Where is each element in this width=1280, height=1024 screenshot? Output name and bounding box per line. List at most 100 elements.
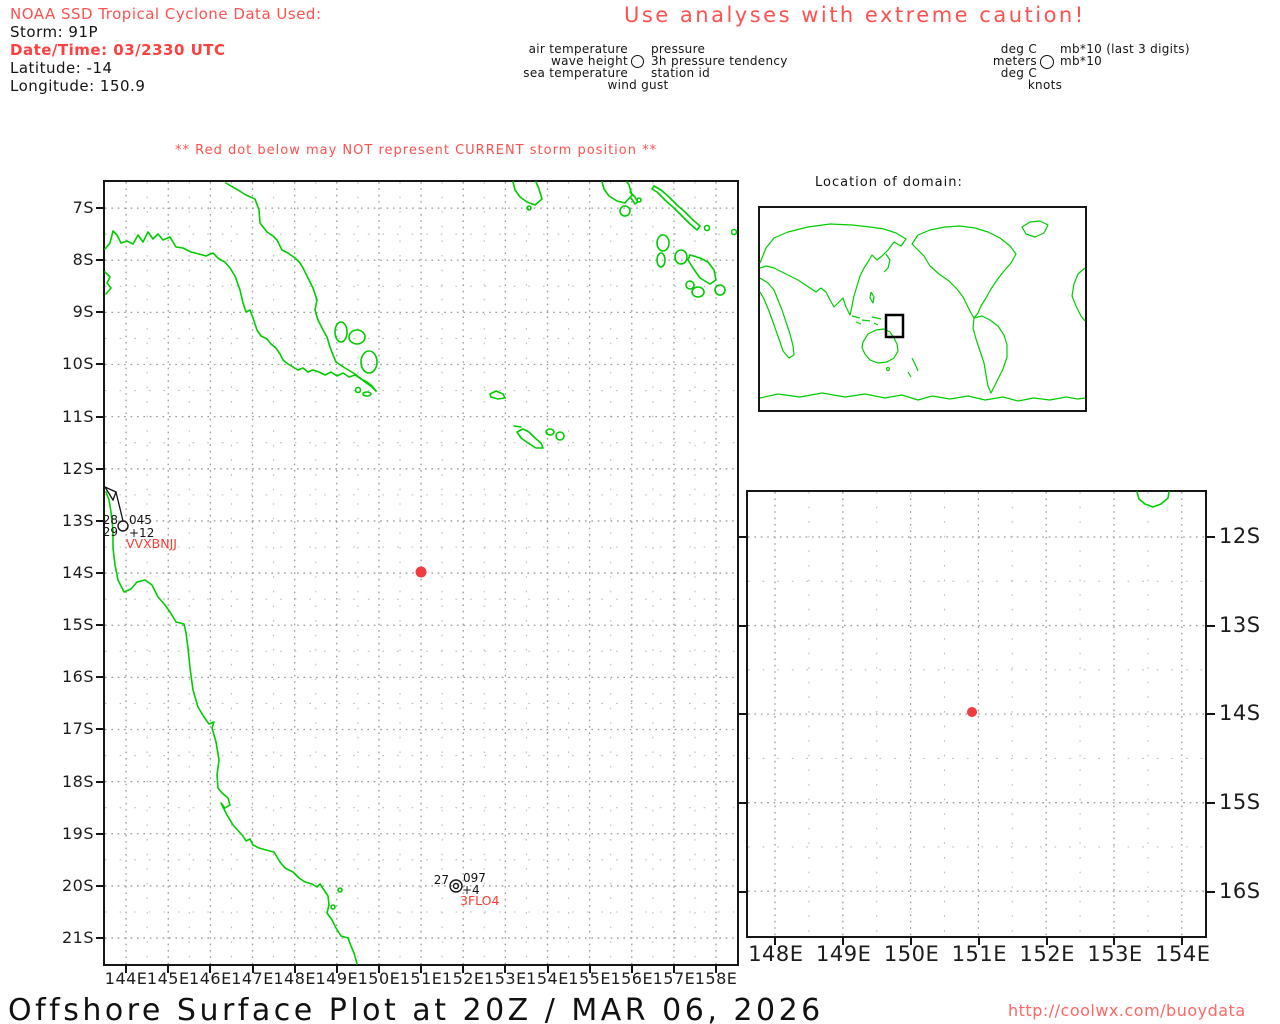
coastline-new-guinea (871, 316, 882, 320)
zoom-map-lon-label: 148E (748, 942, 804, 966)
axis-tick (96, 259, 105, 262)
main-map-lat-label: 18S (61, 771, 94, 791)
axis-tick (737, 624, 747, 627)
zoom-map-lon-label: 153E (1087, 942, 1143, 966)
islet (703, 224, 711, 232)
zoom-map (746, 490, 1207, 938)
axis-tick (96, 363, 105, 366)
zoom-map-lat-label: 13S (1219, 612, 1261, 637)
station-sea-temp: 29 (103, 525, 118, 539)
storm-id: Storm: 91P (10, 23, 99, 41)
coastline-antarctica (759, 392, 1086, 402)
island-solomon (685, 280, 695, 290)
axis-tick (96, 936, 105, 939)
island-tagula (1136, 491, 1170, 508)
coastline-indonesia (873, 322, 879, 326)
island-dentrecasteaux (360, 350, 378, 374)
coastline-australia (861, 328, 899, 364)
zoom-map-lon-label: 150E (883, 942, 940, 966)
islet (362, 391, 372, 397)
coastline-tasmania (885, 366, 891, 372)
main-map-lat-label: 17S (61, 719, 94, 739)
main-map-lat-label: 10S (61, 354, 94, 374)
islet (636, 197, 642, 203)
storm-longitude: Longitude: 150.9 (10, 77, 146, 95)
zoom-map-lat-label: 16S (1219, 878, 1261, 903)
coastline-eurasia (759, 223, 907, 316)
islet (513, 425, 522, 428)
axis-tick (96, 311, 105, 314)
coastline-indonesia (851, 315, 861, 319)
island-tagula (516, 428, 544, 449)
zoom-map-lat-label: 12S (1219, 524, 1261, 549)
caution-banner: Use analyses with extreme caution! (624, 3, 1086, 27)
axis-tick (1205, 890, 1215, 893)
main-map-lat-label: 12S (61, 458, 94, 478)
zoom-map-lat-label: 14S (1219, 701, 1261, 726)
coastline-south-america (972, 315, 1008, 394)
storm-position-warning: ** Red dot below may NOT represent CURRE… (175, 143, 658, 158)
legend-unit-knots: knots (1027, 78, 1063, 92)
island-palm (330, 904, 336, 910)
main-map-lat-label: 21S (61, 927, 94, 947)
coastline-africa-west (759, 277, 795, 359)
island-louisiade (489, 390, 506, 400)
main-map: 28 29 045 +12 VVXBNJJ 27 097 +4 3FLO4 (103, 180, 739, 966)
axis-tick (96, 780, 105, 783)
zoom-map-lon-label: 149E (816, 942, 872, 966)
coastline-philippines (869, 291, 875, 304)
island-dentrecasteaux (334, 321, 348, 343)
coastline-new-zealand (907, 371, 912, 378)
station-obs-3flo4: 27 097 +4 3FLO4 (434, 871, 500, 908)
main-map-lat-label: 19S (61, 823, 94, 843)
axis-tick (96, 728, 105, 731)
zoom-map-lon-label: 154E (1155, 942, 1211, 966)
noaa-data-line: NOAA SSD Tropical Cyclone Data Used: (10, 5, 322, 23)
station-id-label: 3FLO4 (460, 893, 500, 908)
coastline-greenland (1021, 220, 1049, 238)
coastline-png-south (104, 230, 377, 392)
main-map-lat-label: 20S (61, 875, 94, 895)
buoydata-link[interactable]: http://coolwx.com/buoydata (1008, 1001, 1246, 1020)
island-new-britain (512, 181, 543, 206)
axis-tick (96, 884, 105, 887)
axis-tick (96, 519, 105, 522)
main-map-lat-label: 13S (61, 510, 94, 530)
islet (730, 228, 738, 236)
axis-tick (1205, 536, 1215, 539)
axis-tick (96, 832, 105, 835)
axis-tick (96, 207, 105, 209)
zoom-map-lon-label: 151E (951, 942, 1008, 966)
axis-tick (96, 415, 105, 418)
island-solomon (691, 286, 705, 298)
axis-tick (1205, 713, 1215, 716)
main-map-lat-label: 11S (61, 406, 94, 426)
zoom-map-canvas (748, 491, 1205, 936)
axis-tick (737, 802, 747, 804)
plot-title: Offshore Surface Plot at 20Z / MAR 06, 2… (8, 993, 824, 1024)
coastline-png-north (225, 182, 377, 392)
axis-tick (96, 676, 105, 679)
axis-tick (96, 467, 105, 470)
coastline-new-zealand (911, 357, 919, 372)
coastline-africa-east (1071, 267, 1086, 322)
island-palm (337, 887, 343, 893)
coastline-indonesia (855, 321, 862, 325)
main-map-canvas: 28 29 045 +12 VVXBNJJ 27 097 +4 3FLO4 (103, 181, 738, 965)
axis-tick (1205, 624, 1215, 627)
coastline-north-america (911, 225, 1017, 319)
island-solomon (714, 284, 726, 296)
station-circle-icon (117, 520, 129, 532)
storm-latitude: Latitude: -14 (10, 59, 113, 77)
storm-datetime: Date/Time: 03/2330 UTC (10, 41, 226, 59)
legend-unit-mb10: mb*10 (1060, 54, 1103, 68)
axis-tick (737, 713, 747, 716)
island-solomon (687, 254, 717, 285)
buoy-plot-page: NOAA SSD Tropical Cyclone Data Used: Sto… (0, 0, 1280, 1024)
island-new-britain-east (601, 181, 633, 204)
station-air-temp: 27 (434, 873, 449, 887)
coastline-fly-delta (104, 271, 112, 295)
main-map-lat-label: 15S (61, 615, 94, 635)
station-pressure: 045 (129, 513, 152, 527)
axis-tick (1205, 802, 1215, 804)
